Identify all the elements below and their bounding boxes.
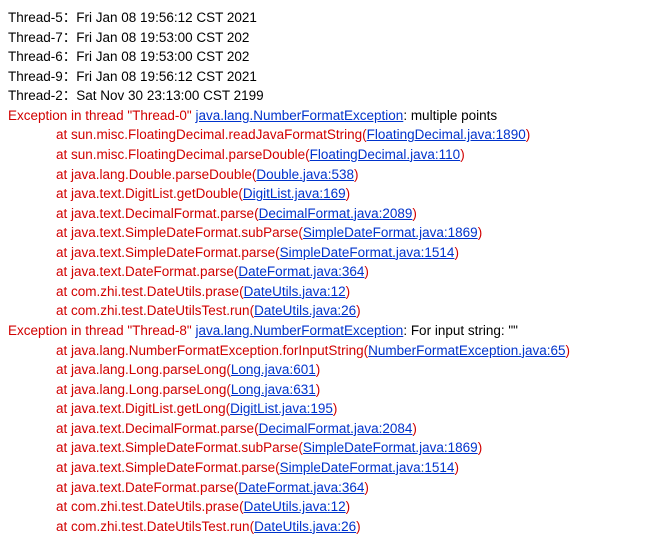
source-link[interactable]: DecimalFormat.java:2089 — [259, 206, 413, 221]
stack-frame-text: ) — [316, 382, 321, 397]
stack-frame-text: at java.lang.Double.parseDouble( — [56, 167, 256, 182]
stack-frame-text: ) — [364, 480, 369, 495]
exception-header: Exception in thread "Thread-8" java.lang… — [8, 321, 661, 341]
source-link[interactable]: DateUtils.java:26 — [254, 519, 356, 534]
source-link[interactable]: DigitList.java:169 — [243, 186, 346, 201]
stack-frame-text: ) — [454, 245, 459, 260]
stack-frame-text: ) — [566, 343, 571, 358]
stack-frame-text: at java.lang.Long.parseLong( — [56, 382, 231, 397]
stack-frame: at com.zhi.test.DateUtilsTest.run(DateUt… — [8, 301, 661, 321]
log-line: Thread-7：Fri Jan 08 19:53:00 CST 202 — [8, 28, 661, 48]
source-link[interactable]: SimpleDateFormat.java:1514 — [280, 245, 455, 260]
log-line: Thread-2：Sat Nov 30 23:13:00 CST 2199 — [8, 86, 661, 106]
stack-frame-text: at java.lang.NumberFormatException.forIn… — [56, 343, 368, 358]
source-link[interactable]: SimpleDateFormat.java:1869 — [303, 440, 478, 455]
source-link[interactable]: DateUtils.java:12 — [244, 284, 346, 299]
stack-frame-text: ) — [316, 362, 321, 377]
stack-frame: at java.lang.Long.parseLong(Long.java:63… — [8, 380, 661, 400]
stack-frame-text: at java.lang.Long.parseLong( — [56, 362, 231, 377]
stack-frame-text: ) — [356, 303, 361, 318]
stack-frame-text: ) — [454, 460, 459, 475]
source-link[interactable]: DigitList.java:195 — [230, 401, 333, 416]
stack-trace: at java.lang.NumberFormatException.forIn… — [8, 341, 661, 537]
stack-frame-text: at java.text.SimpleDateFormat.parse( — [56, 460, 280, 475]
stack-frame-text: ) — [333, 401, 338, 416]
stack-frame-text: ) — [354, 167, 359, 182]
stack-frame: at java.text.DecimalFormat.parse(Decimal… — [8, 204, 661, 224]
log-line: Thread-6：Fri Jan 08 19:53:00 CST 202 — [8, 47, 661, 67]
log-line: Thread-9：Fri Jan 08 19:56:12 CST 2021 — [8, 67, 661, 87]
stack-frame: at java.lang.NumberFormatException.forIn… — [8, 341, 661, 361]
exception-header: Exception in thread "Thread-0" java.lang… — [8, 106, 661, 126]
stack-frame-text: ) — [526, 127, 531, 142]
stack-frame: at java.text.DigitList.getDouble(DigitLi… — [8, 184, 661, 204]
stack-frame-text: at java.text.DecimalFormat.parse( — [56, 421, 259, 436]
stack-frame-text: at com.zhi.test.DateUtils.prase( — [56, 499, 244, 514]
stack-frame-text: ) — [364, 264, 369, 279]
stack-frame-text: at java.text.DateFormat.parse( — [56, 480, 238, 495]
stack-frame-text: ) — [346, 499, 351, 514]
stack-frame: at sun.misc.FloatingDecimal.parseDouble(… — [8, 145, 661, 165]
stack-trace: at sun.misc.FloatingDecimal.readJavaForm… — [8, 125, 661, 321]
console-output: Thread-5：Fri Jan 08 19:56:12 CST 2021 Th… — [8, 8, 661, 536]
stack-frame-text: ) — [478, 225, 483, 240]
stack-frame: at java.text.SimpleDateFormat.subParse(S… — [8, 223, 661, 243]
source-link[interactable]: Double.java:538 — [256, 167, 354, 182]
stack-frame-text: at java.text.SimpleDateFormat.parse( — [56, 245, 280, 260]
exception-prefix: Exception in thread "Thread-8" — [8, 323, 195, 338]
stack-frame-text: ) — [460, 147, 465, 162]
stack-frame: at java.text.DecimalFormat.parse(Decimal… — [8, 419, 661, 439]
source-link[interactable]: DateUtils.java:12 — [244, 499, 346, 514]
stack-frame-text: ) — [346, 284, 351, 299]
source-link[interactable]: DateFormat.java:364 — [238, 480, 364, 495]
stack-frame-text: at java.text.DateFormat.parse( — [56, 264, 238, 279]
source-link[interactable]: DateUtils.java:26 — [254, 303, 356, 318]
stack-frame: at com.zhi.test.DateUtils.prase(DateUtil… — [8, 497, 661, 517]
stack-frame: at java.text.SimpleDateFormat.subParse(S… — [8, 438, 661, 458]
log-line: Thread-5：Fri Jan 08 19:56:12 CST 2021 — [8, 8, 661, 28]
stack-frame: at java.text.DateFormat.parse(DateFormat… — [8, 262, 661, 282]
stack-frame: at java.lang.Long.parseLong(Long.java:60… — [8, 360, 661, 380]
stack-frame-text: ) — [412, 206, 417, 221]
source-link[interactable]: Long.java:601 — [231, 362, 316, 377]
source-link[interactable]: SimpleDateFormat.java:1869 — [303, 225, 478, 240]
exception-class-link[interactable]: java.lang.NumberFormatException — [195, 323, 403, 338]
source-link[interactable]: FloatingDecimal.java:110 — [310, 147, 461, 162]
stack-frame-text: at java.text.SimpleDateFormat.subParse( — [56, 440, 303, 455]
stack-frame-text: at sun.misc.FloatingDecimal.readJavaForm… — [56, 127, 367, 142]
stack-frame: at java.text.DigitList.getLong(DigitList… — [8, 399, 661, 419]
stack-frame-text: ) — [478, 440, 483, 455]
stack-frame: at java.lang.Double.parseDouble(Double.j… — [8, 165, 661, 185]
stack-frame-text: at java.text.DigitList.getLong( — [56, 401, 230, 416]
source-link[interactable]: DateFormat.java:364 — [238, 264, 364, 279]
exception-message: : For input string: "" — [403, 323, 518, 338]
stack-frame: at com.zhi.test.DateUtils.prase(DateUtil… — [8, 282, 661, 302]
exception-prefix: Exception in thread "Thread-0" — [8, 108, 195, 123]
stack-frame-text: ) — [346, 186, 351, 201]
exception-class-link[interactable]: java.lang.NumberFormatException — [195, 108, 403, 123]
stack-frame-text: ) — [356, 519, 361, 534]
source-link[interactable]: SimpleDateFormat.java:1514 — [280, 460, 455, 475]
stack-frame-text: ) — [412, 421, 417, 436]
source-link[interactable]: Long.java:631 — [231, 382, 316, 397]
stack-frame-text: at com.zhi.test.DateUtilsTest.run( — [56, 519, 254, 534]
stack-frame-text: at java.text.SimpleDateFormat.subParse( — [56, 225, 303, 240]
stack-frame: at java.text.DateFormat.parse(DateFormat… — [8, 478, 661, 498]
stack-frame-text: at java.text.DecimalFormat.parse( — [56, 206, 259, 221]
stack-frame-text: at com.zhi.test.DateUtils.prase( — [56, 284, 244, 299]
source-link[interactable]: DecimalFormat.java:2084 — [259, 421, 413, 436]
source-link[interactable]: NumberFormatException.java:65 — [368, 343, 565, 358]
stack-frame: at java.text.SimpleDateFormat.parse(Simp… — [8, 458, 661, 478]
source-link[interactable]: FloatingDecimal.java:1890 — [367, 127, 526, 142]
stack-frame: at sun.misc.FloatingDecimal.readJavaForm… — [8, 125, 661, 145]
stack-frame-text: at com.zhi.test.DateUtilsTest.run( — [56, 303, 254, 318]
stack-frame: at com.zhi.test.DateUtilsTest.run(DateUt… — [8, 517, 661, 537]
exception-message: : multiple points — [403, 108, 497, 123]
stack-frame-text: at sun.misc.FloatingDecimal.parseDouble( — [56, 147, 310, 162]
stack-frame-text: at java.text.DigitList.getDouble( — [56, 186, 243, 201]
stack-frame: at java.text.SimpleDateFormat.parse(Simp… — [8, 243, 661, 263]
